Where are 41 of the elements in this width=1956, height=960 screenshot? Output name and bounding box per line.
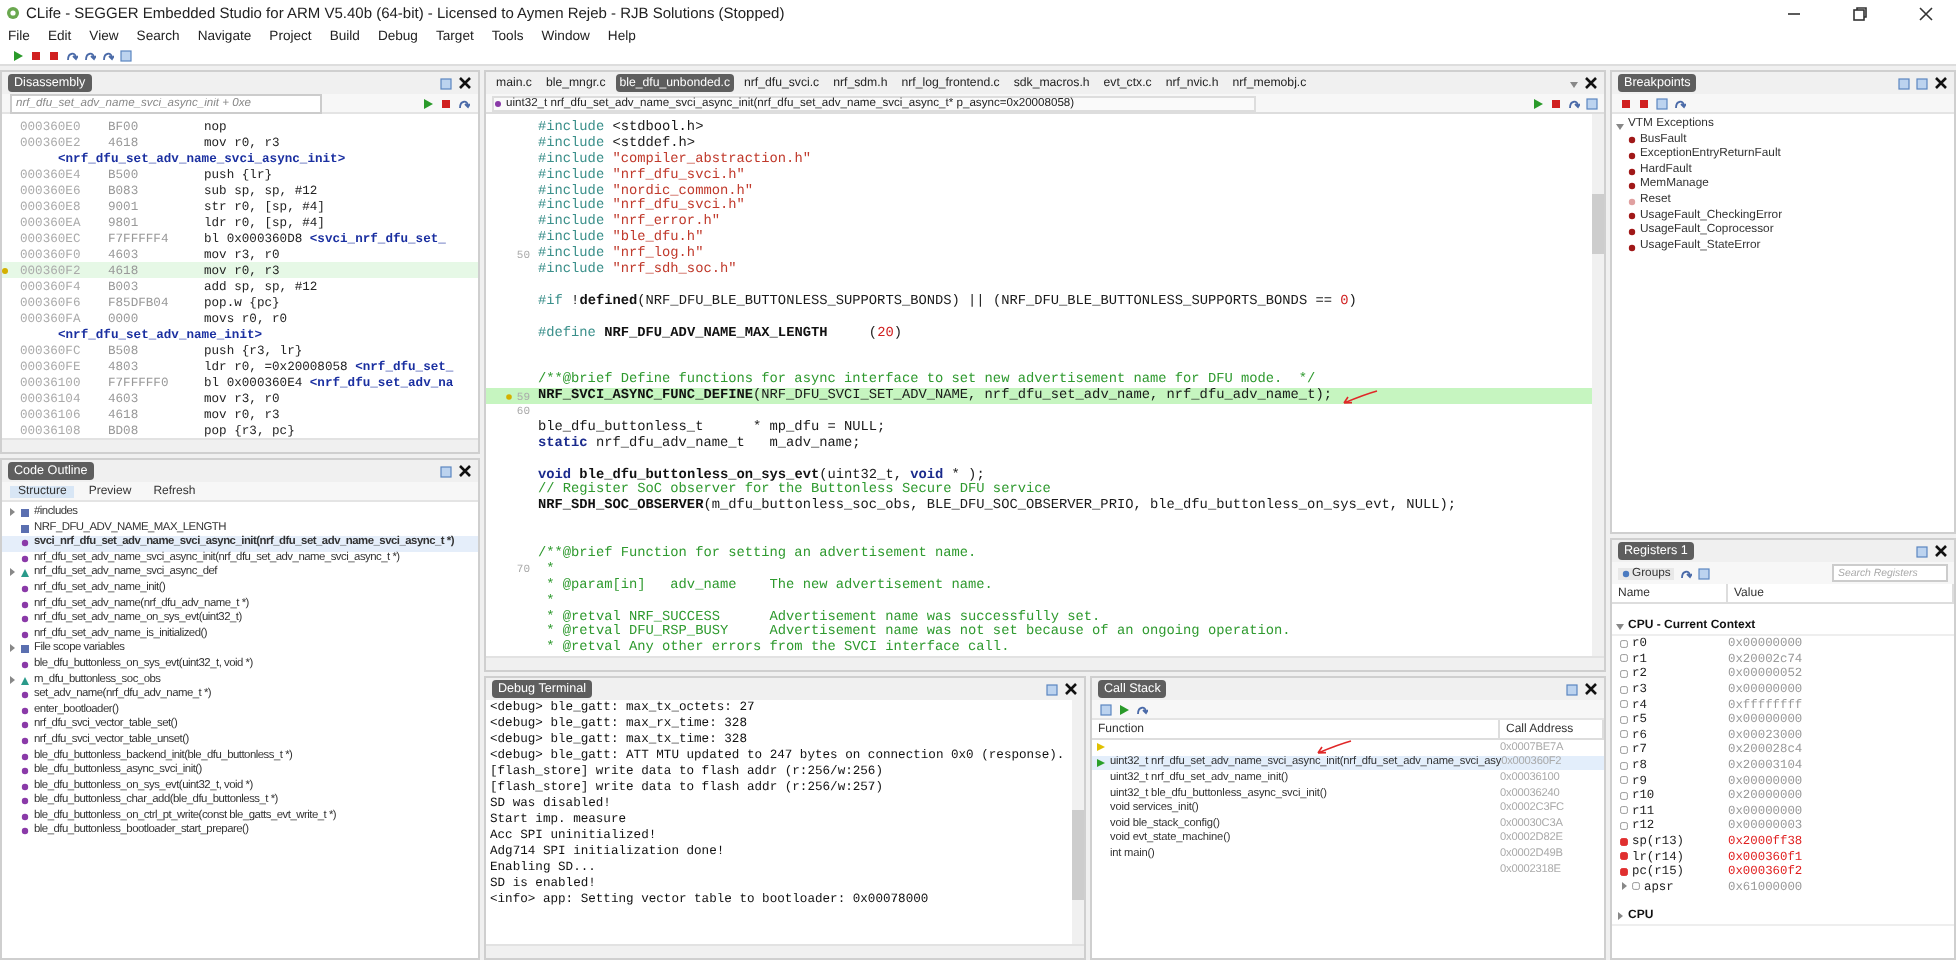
caret-icon[interactable]	[1616, 119, 1624, 132]
radio-icon	[1622, 569, 1630, 577]
caret-icon[interactable]	[8, 673, 16, 686]
step-icon[interactable]	[1568, 97, 1580, 109]
stop-icon[interactable]	[440, 97, 452, 109]
macro-icon	[20, 642, 30, 657]
restore-icon[interactable]	[1852, 5, 1868, 21]
variable-icon	[20, 566, 30, 581]
variable-icon	[20, 673, 30, 688]
step-icon[interactable]	[1674, 97, 1686, 109]
close-icon[interactable]	[1064, 682, 1078, 696]
close-icon[interactable]	[1918, 5, 1934, 21]
close-icon[interactable]	[458, 464, 472, 478]
scrollbar[interactable]	[486, 656, 1604, 670]
caret-icon[interactable]	[1616, 909, 1624, 922]
scrollbar[interactable]	[486, 944, 1084, 958]
step-icon[interactable]	[458, 97, 470, 109]
app-logo-icon	[6, 6, 20, 20]
caret-icon[interactable]	[8, 566, 16, 579]
step-into-icon[interactable]	[84, 49, 96, 61]
caret-icon[interactable]	[1620, 880, 1628, 893]
caret-icon[interactable]	[8, 506, 16, 518]
function-icon	[494, 99, 502, 107]
annotation-arrow-drawing	[1337, 389, 1378, 404]
step-over-icon[interactable]	[66, 49, 78, 61]
step-out-icon[interactable]	[102, 49, 114, 61]
scrollbar[interactable]	[2, 438, 478, 452]
close-icon[interactable]	[1584, 76, 1598, 90]
caret-icon[interactable]	[8, 642, 16, 655]
scrollbar[interactable]	[1072, 700, 1084, 944]
close-icon[interactable]	[458, 76, 472, 90]
close-icon[interactable]	[1934, 544, 1948, 558]
annotation-arrow-drawing	[1312, 740, 1352, 755]
close-icon[interactable]	[1584, 682, 1598, 696]
step-icon[interactable]	[1680, 567, 1693, 579]
caret-icon[interactable]	[1570, 77, 1578, 89]
close-icon[interactable]	[1934, 76, 1948, 90]
step-icon[interactable]	[1136, 703, 1148, 715]
stop-icon[interactable]	[1550, 97, 1562, 109]
caret-icon[interactable]	[1616, 619, 1624, 631]
scrollbar[interactable]	[1592, 114, 1604, 656]
